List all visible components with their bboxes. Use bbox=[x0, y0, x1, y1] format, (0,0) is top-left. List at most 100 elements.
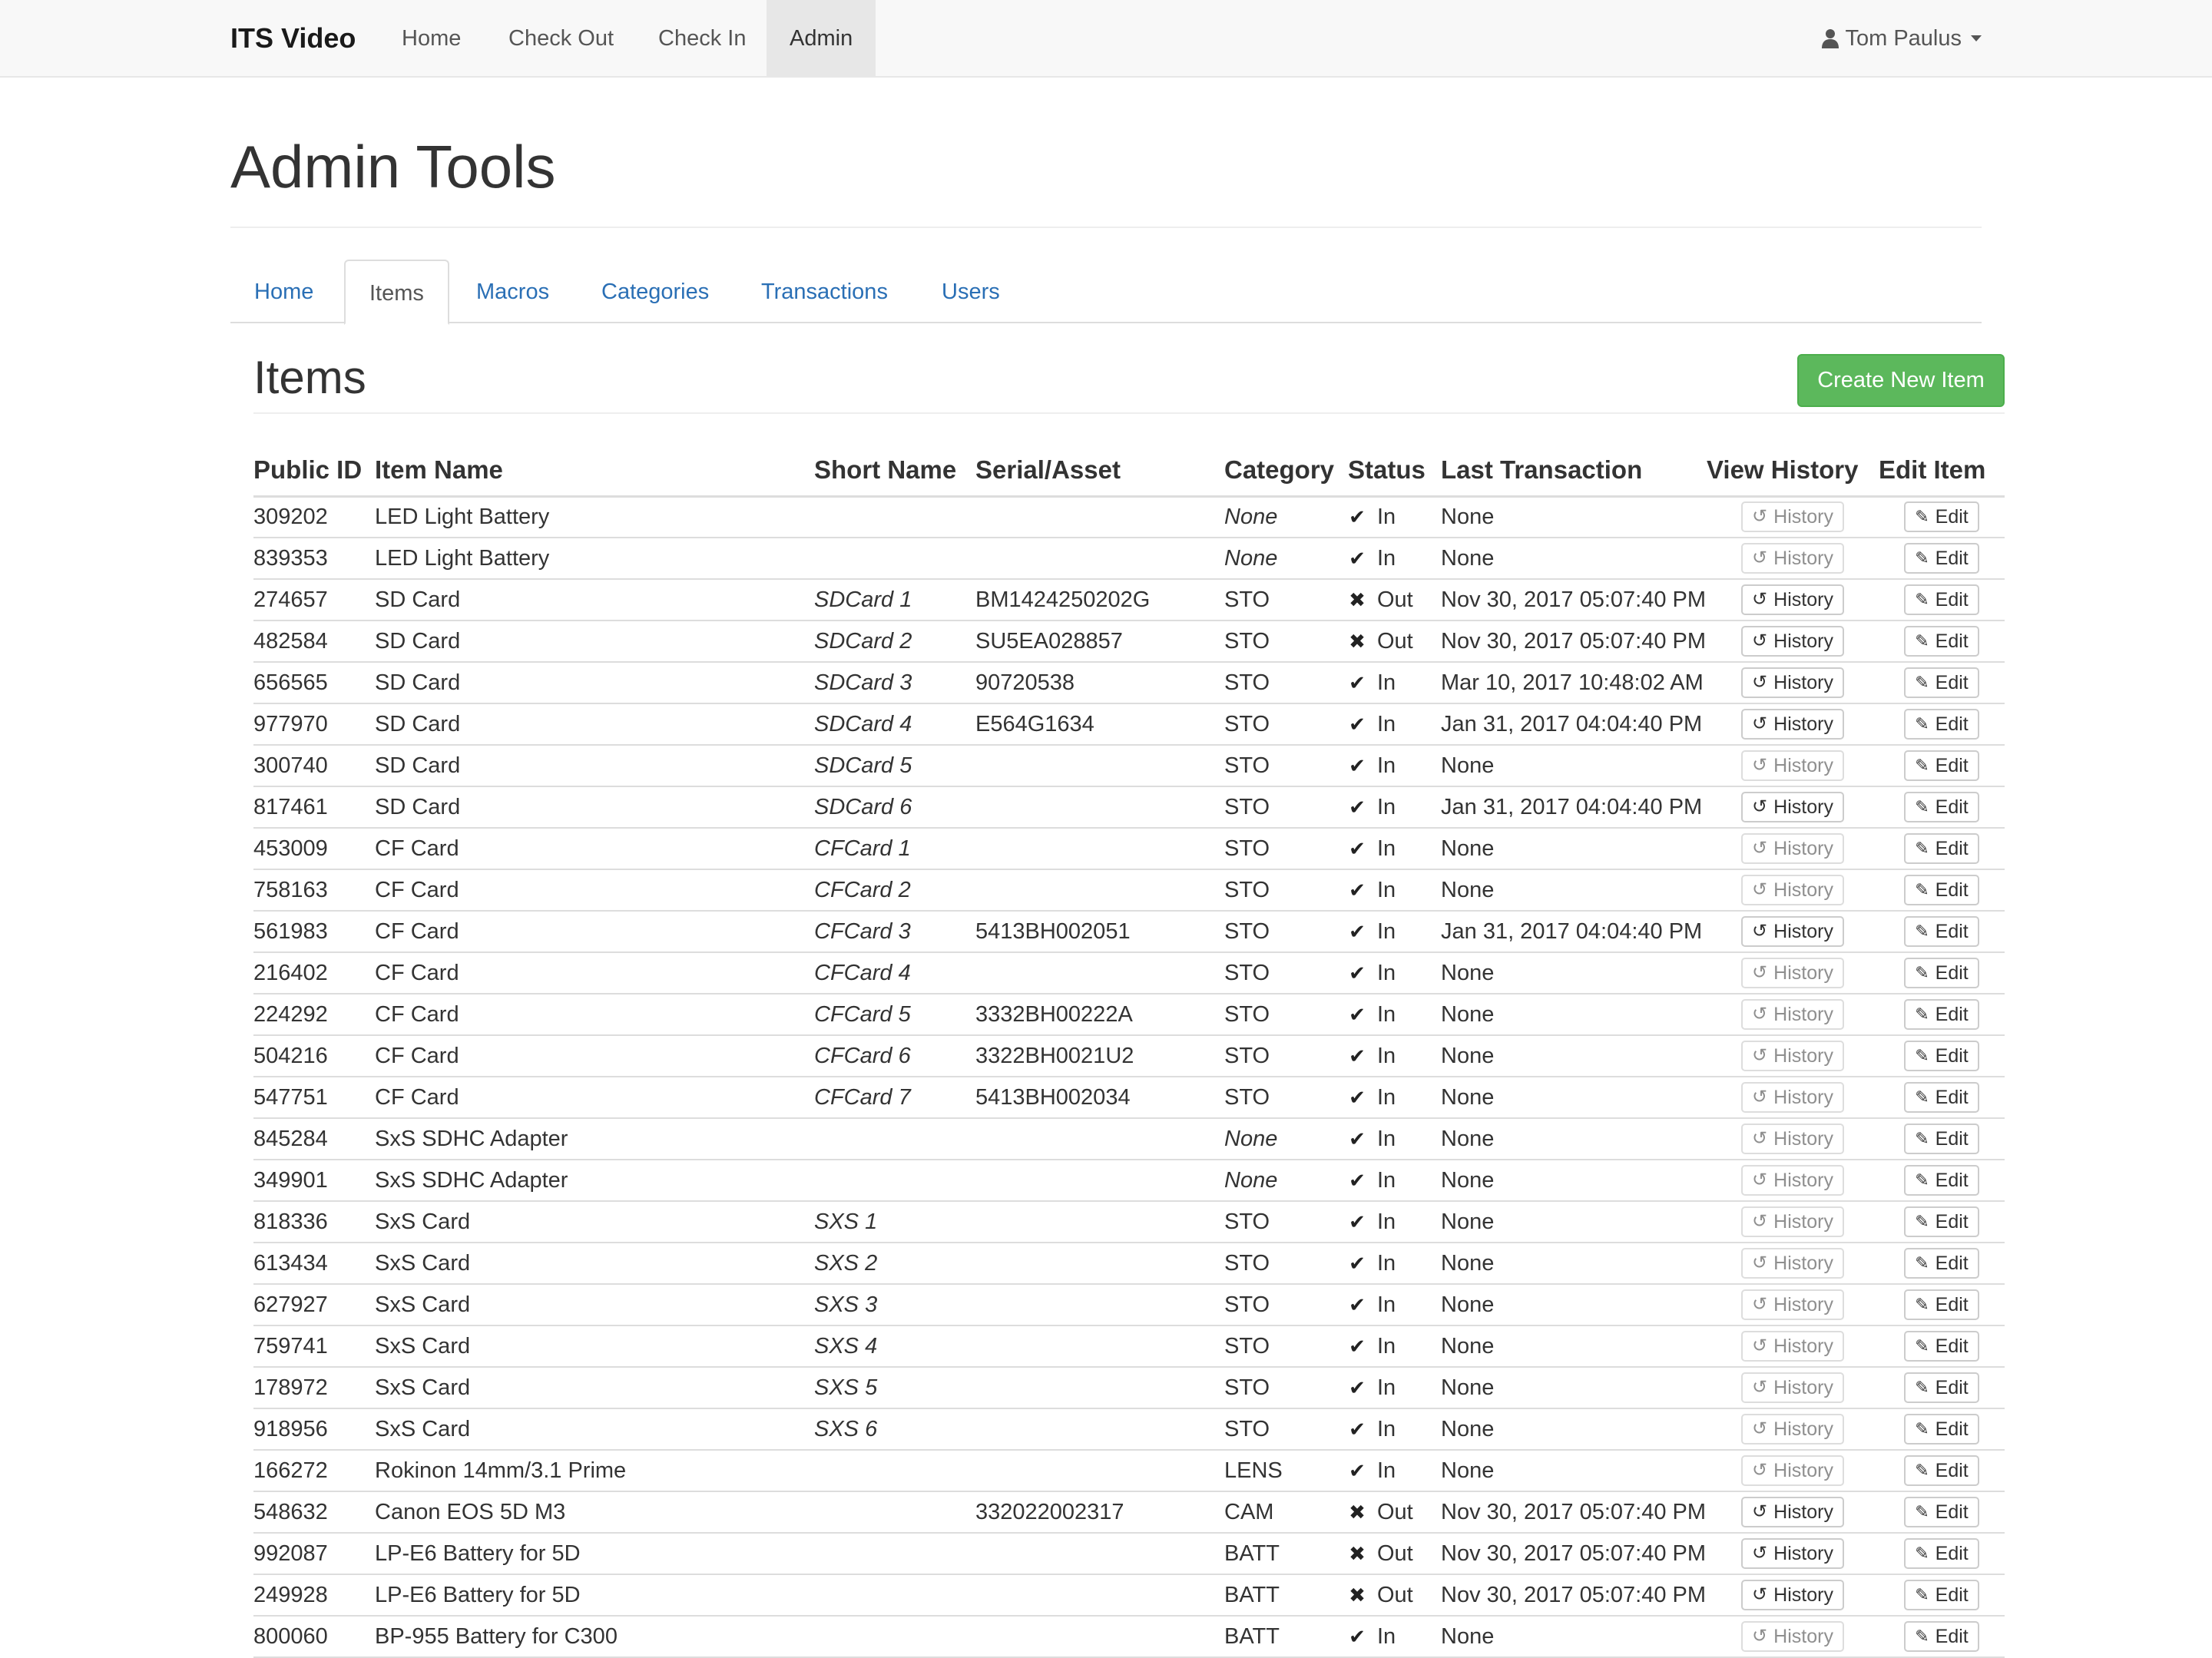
edit-button[interactable]: ✎ Edit bbox=[1904, 792, 1979, 822]
cell-edit: ✎ Edit bbox=[1879, 911, 2005, 953]
edit-button[interactable]: ✎ Edit bbox=[1904, 833, 1979, 864]
cell-serial bbox=[975, 538, 1224, 580]
edit-button[interactable]: ✎ Edit bbox=[1904, 916, 1979, 947]
table-row: 758163 CF Card CFCard 2 STO ✔ In None ↺ History ✎… bbox=[253, 869, 2005, 912]
edit-button[interactable]: ✎ Edit bbox=[1904, 501, 1979, 533]
history-button[interactable]: ↺ History bbox=[1741, 626, 1844, 657]
history-button[interactable]: ↺ History bbox=[1741, 1082, 1844, 1113]
history-button[interactable]: ↺ History bbox=[1741, 1248, 1844, 1279]
edit-button[interactable]: ✎ Edit bbox=[1904, 584, 1979, 615]
history-button[interactable]: ↺ History bbox=[1741, 833, 1844, 864]
user-menu[interactable]: Tom Paulus bbox=[1822, 0, 1982, 77]
edit-label: Edit bbox=[1935, 1584, 1969, 1606]
history-button[interactable]: ↺ History bbox=[1741, 1621, 1844, 1652]
cell-short-name bbox=[814, 1574, 975, 1617]
history-icon: ↺ bbox=[1752, 879, 1768, 900]
history-button[interactable]: ↺ History bbox=[1741, 1372, 1844, 1403]
cell-history: ↺ History bbox=[1707, 952, 1879, 994]
edit-button[interactable]: ✎ Edit bbox=[1904, 958, 1979, 988]
edit-button[interactable]: ✎ Edit bbox=[1904, 1414, 1979, 1445]
nav-home[interactable]: Home bbox=[379, 0, 484, 77]
history-button[interactable]: ↺ History bbox=[1741, 1497, 1844, 1527]
history-button[interactable]: ↺ History bbox=[1741, 999, 1844, 1030]
nav-check-in[interactable]: Check In bbox=[635, 0, 769, 77]
cell-item-name: CF Card bbox=[375, 911, 814, 953]
cell-public-id: 178972 bbox=[253, 1367, 375, 1409]
edit-button[interactable]: ✎ Edit bbox=[1904, 1248, 1979, 1279]
history-label: History bbox=[1773, 1376, 1833, 1398]
history-button[interactable]: ↺ History bbox=[1741, 1331, 1844, 1362]
nav-admin[interactable]: Admin bbox=[767, 0, 876, 77]
pencil-icon: ✎ bbox=[1915, 1378, 1929, 1397]
history-label: History bbox=[1773, 588, 1833, 611]
cell-status: ✖ Out bbox=[1348, 579, 1441, 621]
pencil-icon: ✎ bbox=[1915, 797, 1929, 816]
edit-button[interactable]: ✎ Edit bbox=[1904, 709, 1979, 740]
cell-history: ↺ History bbox=[1707, 911, 1879, 953]
edit-button[interactable]: ✎ Edit bbox=[1904, 626, 1979, 657]
history-button[interactable]: ↺ History bbox=[1741, 750, 1844, 781]
edit-button[interactable]: ✎ Edit bbox=[1904, 1538, 1979, 1569]
cell-public-id: 759741 bbox=[253, 1325, 375, 1368]
cell-category: STO bbox=[1224, 1325, 1348, 1368]
history-button[interactable]: ↺ History bbox=[1741, 1289, 1844, 1320]
edit-button[interactable]: ✎ Edit bbox=[1904, 1206, 1979, 1237]
edit-button[interactable]: ✎ Edit bbox=[1904, 543, 1979, 574]
cell-last-transaction: None bbox=[1441, 1201, 1707, 1243]
history-button[interactable]: ↺ History bbox=[1741, 1041, 1844, 1071]
tab-transactions[interactable]: Transactions bbox=[737, 260, 912, 323]
cell-serial: 3322BH0021U2 bbox=[975, 1035, 1224, 1077]
tab-macros[interactable]: Macros bbox=[452, 260, 573, 323]
brand-logo[interactable]: ITS Video bbox=[230, 0, 356, 77]
history-button[interactable]: ↺ History bbox=[1741, 1538, 1844, 1569]
edit-button[interactable]: ✎ Edit bbox=[1904, 1580, 1979, 1610]
history-button[interactable]: ↺ History bbox=[1741, 501, 1844, 533]
cell-short-name: CFCard 1 bbox=[814, 828, 975, 870]
cell-status: ✔ In bbox=[1348, 662, 1441, 704]
user-icon bbox=[1822, 29, 1839, 48]
history-button[interactable]: ↺ History bbox=[1741, 1206, 1844, 1237]
tab-items[interactable]: Items bbox=[344, 260, 449, 325]
history-button[interactable]: ↺ History bbox=[1741, 1580, 1844, 1610]
cell-last-transaction: None bbox=[1441, 952, 1707, 994]
edit-button[interactable]: ✎ Edit bbox=[1904, 1041, 1979, 1071]
history-button[interactable]: ↺ History bbox=[1741, 1414, 1844, 1445]
edit-button[interactable]: ✎ Edit bbox=[1904, 1621, 1979, 1652]
edit-button[interactable]: ✎ Edit bbox=[1904, 1082, 1979, 1113]
edit-button[interactable]: ✎ Edit bbox=[1904, 1289, 1979, 1320]
edit-button[interactable]: ✎ Edit bbox=[1904, 667, 1979, 698]
edit-button[interactable]: ✎ Edit bbox=[1904, 875, 1979, 905]
history-button[interactable]: ↺ History bbox=[1741, 543, 1844, 574]
edit-button[interactable]: ✎ Edit bbox=[1904, 1165, 1979, 1196]
tab-categories[interactable]: Categories bbox=[578, 260, 733, 323]
status-label: In bbox=[1377, 1126, 1396, 1151]
history-button[interactable]: ↺ History bbox=[1741, 792, 1844, 822]
history-button[interactable]: ↺ History bbox=[1741, 1455, 1844, 1486]
history-button[interactable]: ↺ History bbox=[1741, 958, 1844, 988]
create-new-item-button[interactable]: Create New Item bbox=[1797, 354, 2005, 407]
history-button[interactable]: ↺ History bbox=[1741, 916, 1844, 947]
pencil-icon: ✎ bbox=[1915, 1170, 1929, 1190]
cell-category: STO bbox=[1224, 621, 1348, 663]
history-button[interactable]: ↺ History bbox=[1741, 1124, 1844, 1154]
edit-button[interactable]: ✎ Edit bbox=[1904, 1455, 1979, 1486]
history-button[interactable]: ↺ History bbox=[1741, 584, 1844, 615]
history-icon: ↺ bbox=[1752, 1170, 1768, 1190]
history-button[interactable]: ↺ History bbox=[1741, 667, 1844, 698]
check-icon: ✔ bbox=[1349, 712, 1366, 736]
cell-item-name: SD Card bbox=[375, 579, 814, 621]
history-button[interactable]: ↺ History bbox=[1741, 875, 1844, 905]
cell-history: ↺ History bbox=[1707, 1574, 1879, 1617]
history-button[interactable]: ↺ History bbox=[1741, 1165, 1844, 1196]
tab-home[interactable]: Home bbox=[230, 260, 337, 323]
tab-users[interactable]: Users bbox=[918, 260, 1024, 323]
edit-button[interactable]: ✎ Edit bbox=[1904, 750, 1979, 781]
edit-button[interactable]: ✎ Edit bbox=[1904, 1331, 1979, 1362]
nav-check-out[interactable]: Check Out bbox=[485, 0, 637, 77]
status-label: In bbox=[1377, 836, 1396, 861]
edit-button[interactable]: ✎ Edit bbox=[1904, 1372, 1979, 1403]
history-button[interactable]: ↺ History bbox=[1741, 709, 1844, 740]
edit-button[interactable]: ✎ Edit bbox=[1904, 999, 1979, 1030]
edit-button[interactable]: ✎ Edit bbox=[1904, 1124, 1979, 1154]
edit-button[interactable]: ✎ Edit bbox=[1904, 1497, 1979, 1527]
